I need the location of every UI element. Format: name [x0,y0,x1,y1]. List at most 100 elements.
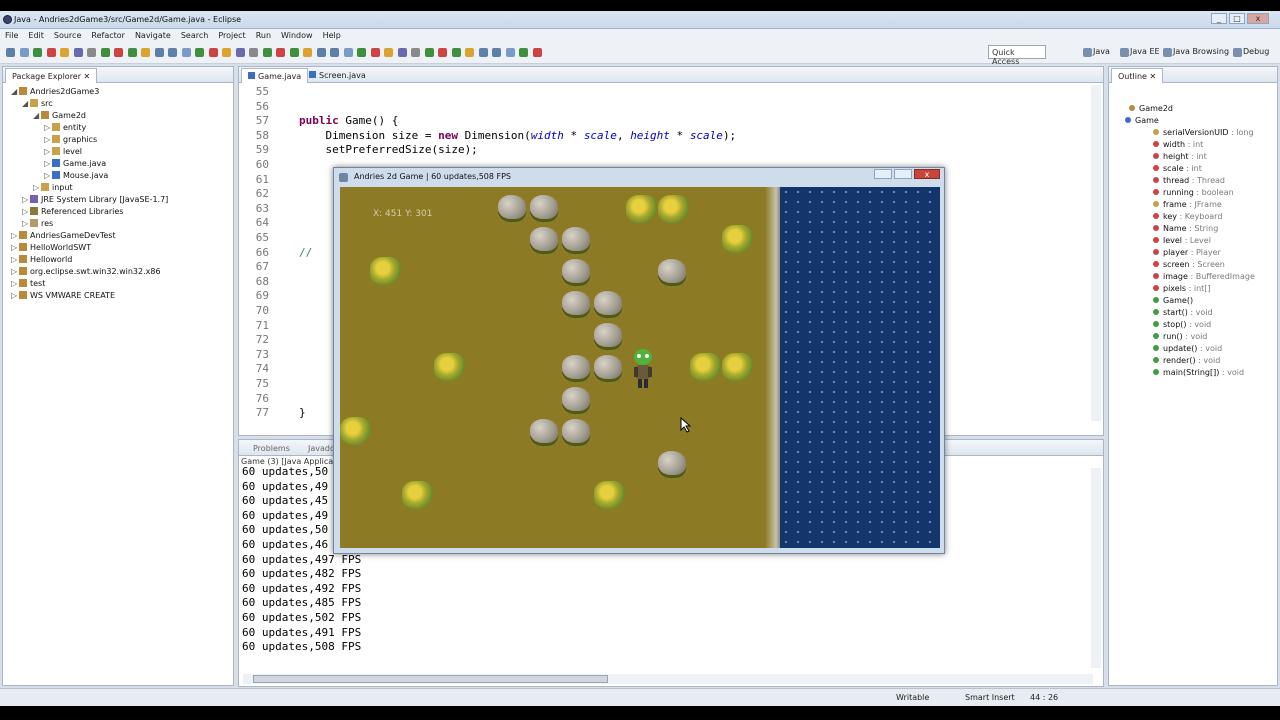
code-line[interactable]: 74 [239,362,299,377]
menu-item-help[interactable]: Help [318,29,346,40]
tree-item[interactable]: ▷ level [44,147,82,156]
quick-access-field[interactable]: Quick Access [988,45,1046,66]
code-line[interactable]: 58 Dimension size = new Dimension(width … [239,129,736,144]
tree-item[interactable]: ▷ res [22,219,53,228]
tree-item[interactable]: ▷ input [33,183,73,192]
menu-item-source[interactable]: Source [49,29,86,40]
toolbar-icon[interactable] [154,48,164,57]
toolbar-icon[interactable] [6,48,15,57]
tab-problems[interactable]: Problems [247,441,296,456]
console-vertical-scrollbar[interactable] [1091,468,1101,668]
scrollbar-thumb[interactable] [253,675,608,683]
toolbar-icon[interactable] [330,48,339,57]
toolbar-icon[interactable] [208,48,218,57]
maximize-button[interactable]: □ [1229,13,1245,24]
tree-item[interactable]: ◢ src [22,99,53,108]
outline-item[interactable]: stop() : void [1153,320,1211,329]
toolbar-icon[interactable] [424,48,434,57]
expand-arrow-icon[interactable]: ▷ [44,171,52,180]
code-line[interactable]: 63 [239,202,299,217]
toolbar-icon[interactable] [451,48,461,57]
tree-item[interactable]: ◢ Andries2dGame3 [11,87,99,96]
outline-item[interactable]: screen : Screen [1153,260,1225,269]
toolbar-icon[interactable] [438,48,447,57]
console-horizontal-scrollbar[interactable] [243,674,1093,684]
toolbar-icon[interactable] [343,48,353,57]
toolbar-icon[interactable] [262,48,272,57]
outline-item[interactable]: serialVersionUID : long [1153,128,1254,137]
game-window[interactable]: Andries 2d Game | 60 updates,508 FPS x X… [333,167,945,554]
tab-game-java[interactable]: Game.java [241,68,309,83]
menu-item-project[interactable]: Project [213,29,250,40]
outline-item[interactable]: thread : Thread [1153,176,1225,185]
outline-item[interactable]: Name : String [1153,224,1218,233]
outline-item[interactable]: player : Player [1153,248,1221,257]
outline-item[interactable]: render() : void [1153,356,1220,365]
toolbar-icon[interactable] [519,48,528,57]
perspective-debug[interactable]: Debug [1243,47,1269,56]
toolbar-icon[interactable] [33,48,42,57]
code-line[interactable]: 76 [239,392,299,407]
menu-item-file[interactable]: File [0,29,23,40]
tree-item[interactable]: ▷ test [11,279,45,288]
tree-item[interactable]: ◢ Game2d [33,111,86,120]
outline-item[interactable]: level : Level [1153,236,1211,245]
expand-arrow-icon[interactable]: ▷ [44,147,52,156]
menu-item-run[interactable]: Run [251,29,276,40]
perspective-java-browsing[interactable]: Java Browsing [1173,47,1229,56]
toolbar-icon[interactable] [249,48,258,57]
toolbar-icon[interactable] [222,48,231,57]
outline-item[interactable]: running : boolean [1153,188,1234,197]
code-line[interactable]: 65 [239,231,299,246]
tab-package-explorer[interactable]: Package Explorer ✕ [5,68,98,83]
outline-item[interactable]: Game2d [1129,104,1173,113]
menu-item-refactor[interactable]: Refactor [86,29,130,40]
outline-item[interactable]: pixels : int[] [1153,284,1211,293]
outline-item[interactable]: height : int [1153,152,1207,161]
tree-item[interactable]: ▷ org.eclipse.swt.win32.win32.x86 [11,267,161,276]
code-line[interactable]: 62 [239,187,299,202]
game-close-button[interactable]: x [914,169,940,179]
code-line[interactable]: 70 [239,304,299,319]
code-line[interactable]: 75 [239,377,299,392]
expand-arrow-icon[interactable]: ▷ [22,195,30,204]
close-button[interactable]: x [1247,13,1269,24]
toolbar-icon[interactable] [87,48,96,57]
game-canvas[interactable]: X: 451 Y: 301 [340,187,940,548]
expand-arrow-icon[interactable]: ▷ [33,183,41,192]
tree-item[interactable]: ▷ JRE System Library [JavaSE-1.7] [22,195,168,204]
menu-item-edit[interactable]: Edit [23,29,49,40]
expand-arrow-icon[interactable]: ◢ [22,99,30,108]
toolbar-icon[interactable] [505,48,515,57]
expand-arrow-icon[interactable]: ▷ [22,219,30,228]
outline-item[interactable]: start() : void [1153,308,1213,317]
code-line[interactable]: 77} [239,406,306,421]
toolbar-icon[interactable] [195,48,204,57]
toolbar-icon[interactable] [384,48,393,57]
code-line[interactable]: 55 [239,85,299,100]
toolbar-icon[interactable] [235,48,245,57]
outline-item[interactable]: Game() [1153,296,1193,305]
toolbar-icon[interactable] [478,48,488,57]
tree-item[interactable]: ▷ Helloworld [11,255,72,264]
toolbar-icon[interactable] [370,48,380,57]
tree-item[interactable]: ▷ HelloWorldSWT [11,243,91,252]
code-line[interactable]: 72 [239,333,299,348]
toolbar-icon[interactable] [141,48,150,57]
tree-item[interactable]: ▷ AndriesGameDevTest [11,231,116,240]
outline-item[interactable]: frame : JFrame [1153,200,1222,209]
editor-vertical-scrollbar[interactable] [1091,85,1101,421]
code-line[interactable]: 61 [239,173,299,188]
outline-item[interactable]: Game [1125,116,1159,125]
toolbar-icon[interactable] [60,48,69,57]
outline-item[interactable]: width : int [1153,140,1203,149]
toolbar-icon[interactable] [532,48,542,57]
expand-arrow-icon[interactable]: ▷ [11,279,19,288]
toolbar-icon[interactable] [492,48,501,57]
tree-item[interactable]: ▷ Game.java [44,159,106,168]
menu-item-navigate[interactable]: Navigate [130,29,176,40]
expand-arrow-icon[interactable]: ▷ [11,231,19,240]
outline-item[interactable]: main(String[]) : void [1153,368,1244,377]
toolbar-icon[interactable] [100,48,110,57]
code-line[interactable]: 64 [239,216,299,231]
